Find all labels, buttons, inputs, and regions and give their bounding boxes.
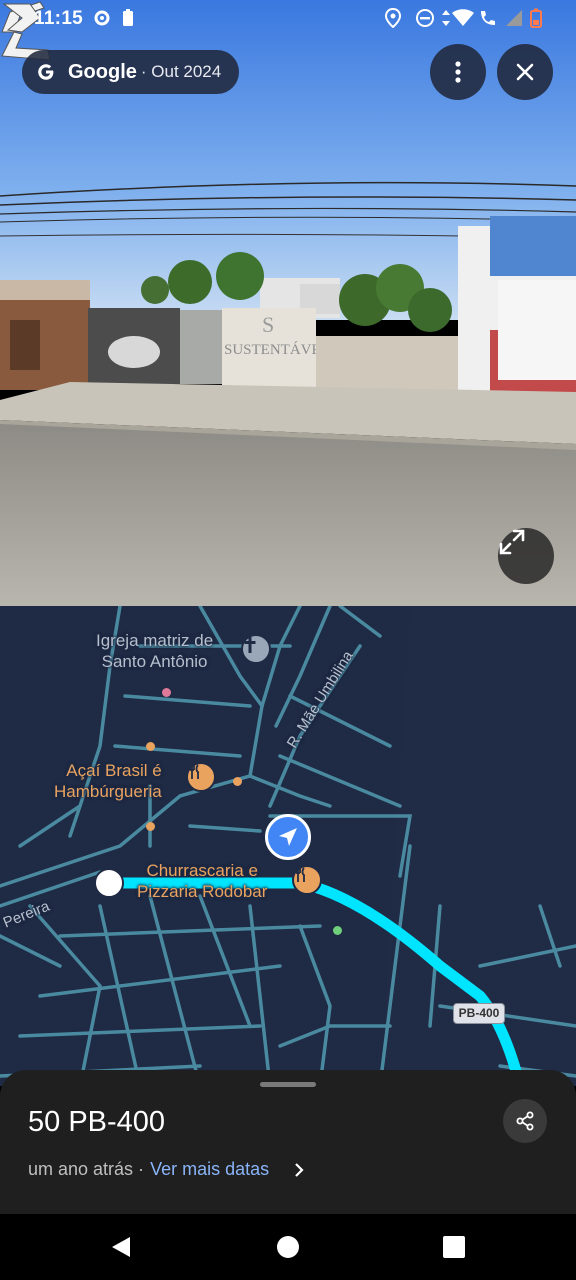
close-button[interactable]	[497, 44, 553, 100]
home-icon[interactable]	[277, 1236, 299, 1258]
battery-icon	[530, 8, 542, 28]
do-not-disturb-icon	[416, 9, 434, 27]
wifi-icon	[452, 9, 474, 26]
wifi-calling-icon	[481, 11, 495, 25]
imagery-info-chip[interactable]: Google · Out 2024	[22, 50, 239, 94]
cross-icon	[244, 637, 256, 653]
church-label: Igreja matriz de Santo Antônio	[96, 631, 214, 671]
imagery-date: · Out 2024	[140, 62, 222, 81]
settings-icon	[94, 10, 110, 26]
bottom-sheet[interactable]: 50 PB-400 um ano atrás · Ver mais datas	[0, 1070, 576, 1214]
restaurant-pin-churrascaria[interactable]	[292, 865, 322, 895]
google-logo-icon	[38, 64, 54, 80]
recents-icon[interactable]	[443, 1236, 465, 1258]
wall-sign-text: SUSTENTÁVEL	[224, 341, 330, 358]
route-shield: PB-400	[453, 1003, 505, 1024]
imagery-age-text: um ano atrás · Ver mais datas	[28, 1159, 269, 1180]
churrascaria-label: Churrascaria e Pizzaria Rodobar	[137, 861, 268, 901]
restaurant-icon	[189, 764, 199, 779]
battery-saver-icon	[123, 9, 133, 26]
poi-dot[interactable]	[333, 926, 342, 935]
poi-dot[interactable]	[146, 822, 155, 831]
place-title: 50 PB-400	[28, 1106, 166, 1138]
share-button[interactable]	[503, 1099, 547, 1143]
more-vert-icon	[455, 61, 461, 83]
drag-handle[interactable]	[260, 1082, 316, 1087]
church-pin[interactable]	[241, 634, 271, 664]
share-icon	[516, 1111, 534, 1131]
back-icon[interactable]	[110, 1236, 132, 1258]
restaurant-pin-acai[interactable]	[186, 762, 216, 792]
wall-sign-letter: S	[262, 312, 274, 337]
more-options-button[interactable]	[430, 44, 486, 100]
system-nav-bar	[0, 1214, 576, 1280]
google-brand-text: Google	[68, 60, 137, 83]
navigation-arrow-icon	[279, 828, 297, 846]
expand-icon	[499, 529, 525, 555]
close-icon	[516, 63, 534, 81]
street-view-position-marker[interactable]	[94, 868, 124, 898]
poi-dot[interactable]	[233, 777, 242, 786]
acai-brasil-label: Açaí Brasil é Hambúrgueria	[54, 761, 162, 801]
restaurant-icon	[295, 867, 305, 882]
signal-icon	[506, 10, 522, 26]
see-more-dates-link[interactable]: Ver mais datas	[150, 1159, 269, 1179]
poi-dot[interactable]	[146, 742, 155, 751]
data-arrows-icon	[442, 10, 450, 26]
fullscreen-button[interactable]	[498, 528, 554, 584]
chevron-right-icon[interactable]	[294, 1162, 304, 1178]
imagery-age: um ano atrás ·	[28, 1159, 145, 1179]
location-icon	[385, 8, 401, 28]
user-location-button[interactable]	[265, 814, 311, 860]
status-time: 11:15	[34, 8, 84, 29]
poi-dot[interactable]	[162, 688, 171, 697]
status-bar: 11:15	[0, 0, 576, 40]
